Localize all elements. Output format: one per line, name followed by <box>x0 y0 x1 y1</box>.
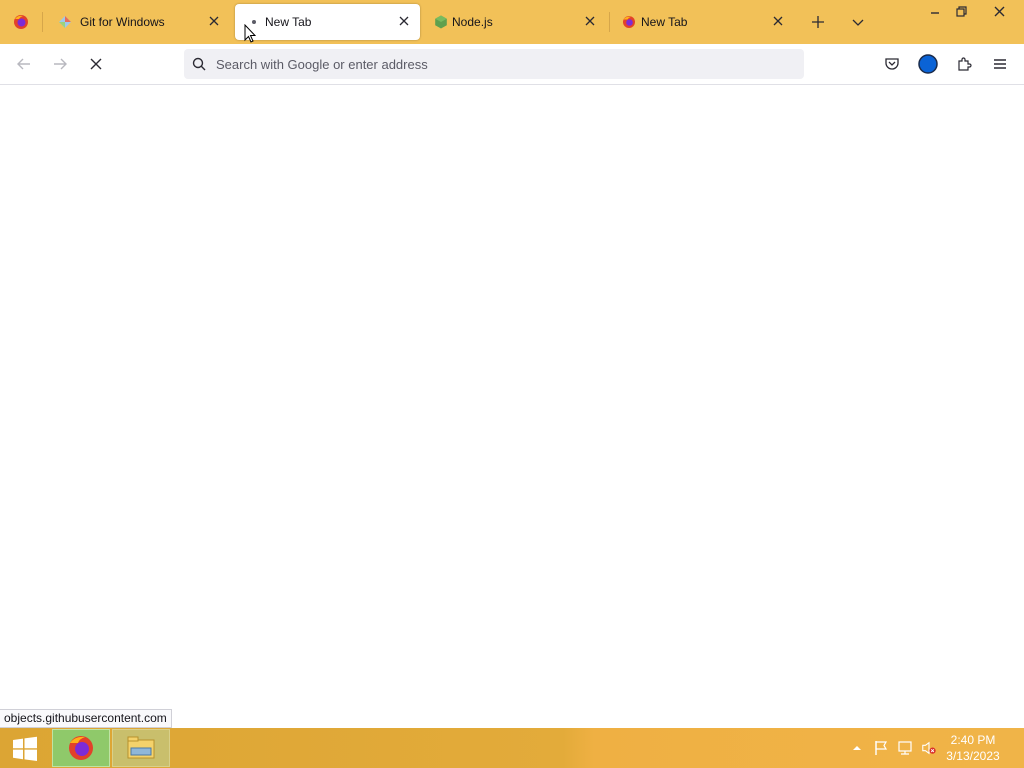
hamburger-menu-icon <box>994 59 1006 69</box>
new-tab-button[interactable] <box>804 8 832 36</box>
folder-icon <box>127 736 155 759</box>
address-bar[interactable] <box>184 49 804 79</box>
navigation-toolbar <box>0 44 1024 85</box>
close-window-button[interactable] <box>980 0 1018 22</box>
extensions-button[interactable] <box>950 50 978 78</box>
list-all-tabs-button[interactable] <box>844 8 872 36</box>
taskbar: 2:40 PM 3/13/2023 <box>0 728 1024 768</box>
close-tab-icon[interactable] <box>582 13 598 29</box>
clock-date: 3/13/2023 <box>946 749 1000 763</box>
close-tab-icon[interactable] <box>396 13 412 29</box>
mouse-cursor-icon <box>244 24 256 43</box>
clock-time: 2:40 PM <box>950 733 996 747</box>
app-menu-button[interactable] <box>986 50 1014 78</box>
account-button[interactable] <box>914 50 942 78</box>
close-tab-icon[interactable] <box>770 13 786 29</box>
firefox-icon <box>623 16 635 28</box>
windows-logo-icon <box>13 736 37 761</box>
firefox-icon <box>69 736 93 760</box>
close-icon <box>994 6 1004 16</box>
nodejs-icon <box>435 15 447 29</box>
tab-strip: Git for Windows New Tab Node.js New Tab <box>0 0 1024 44</box>
network-button[interactable] <box>897 740 913 756</box>
start-button[interactable] <box>6 734 44 764</box>
tab-title: Git for Windows <box>80 15 165 29</box>
tab-title: New Tab <box>265 15 312 29</box>
stop-icon <box>90 58 102 70</box>
stop-loading-button[interactable] <box>82 50 110 78</box>
plus-icon <box>812 16 824 28</box>
link-status-popup: objects.githubusercontent.com <box>0 709 172 728</box>
taskbar-file-explorer[interactable] <box>112 729 170 767</box>
network-icon <box>898 741 912 755</box>
account-avatar-icon <box>918 54 938 74</box>
puzzle-piece-icon <box>958 57 972 71</box>
firefox-view-button[interactable] <box>0 0 42 44</box>
restore-button[interactable] <box>944 0 978 22</box>
speaker-muted-icon <box>922 741 936 755</box>
system-clock[interactable]: 2:40 PM 3/13/2023 <box>938 732 1008 764</box>
action-center-button[interactable] <box>873 740 889 756</box>
pocket-icon <box>885 58 899 70</box>
forward-button[interactable] <box>46 50 74 78</box>
volume-button[interactable] <box>921 740 937 756</box>
tab-new-tab[interactable]: New Tab <box>610 4 794 40</box>
tab-title: Node.js <box>452 15 493 29</box>
tab-new-tab-active[interactable]: New Tab <box>235 4 420 40</box>
address-input[interactable] <box>216 49 796 79</box>
pocket-button[interactable] <box>878 50 906 78</box>
chevron-down-icon <box>852 19 864 26</box>
taskbar-firefox[interactable] <box>52 729 110 767</box>
back-arrow-icon <box>17 58 30 70</box>
minimize-icon <box>931 12 939 14</box>
git-for-windows-icon <box>59 16 71 28</box>
close-tab-icon[interactable] <box>206 13 222 29</box>
show-hidden-icons-button[interactable] <box>849 740 865 756</box>
chevron-up-icon <box>853 746 861 750</box>
tab-separator <box>42 12 43 32</box>
tab-git-for-windows[interactable]: Git for Windows <box>46 4 230 40</box>
restore-icon <box>955 5 967 17</box>
forward-arrow-icon <box>54 58 67 70</box>
screen: Git for Windows New Tab Node.js New Tab … <box>0 0 1024 768</box>
back-button[interactable] <box>10 50 38 78</box>
search-icon <box>192 57 206 71</box>
firefox-icon <box>14 15 28 29</box>
tab-nodejs[interactable]: Node.js <box>422 4 606 40</box>
tab-title: New Tab <box>641 15 688 29</box>
flag-icon <box>875 741 888 755</box>
